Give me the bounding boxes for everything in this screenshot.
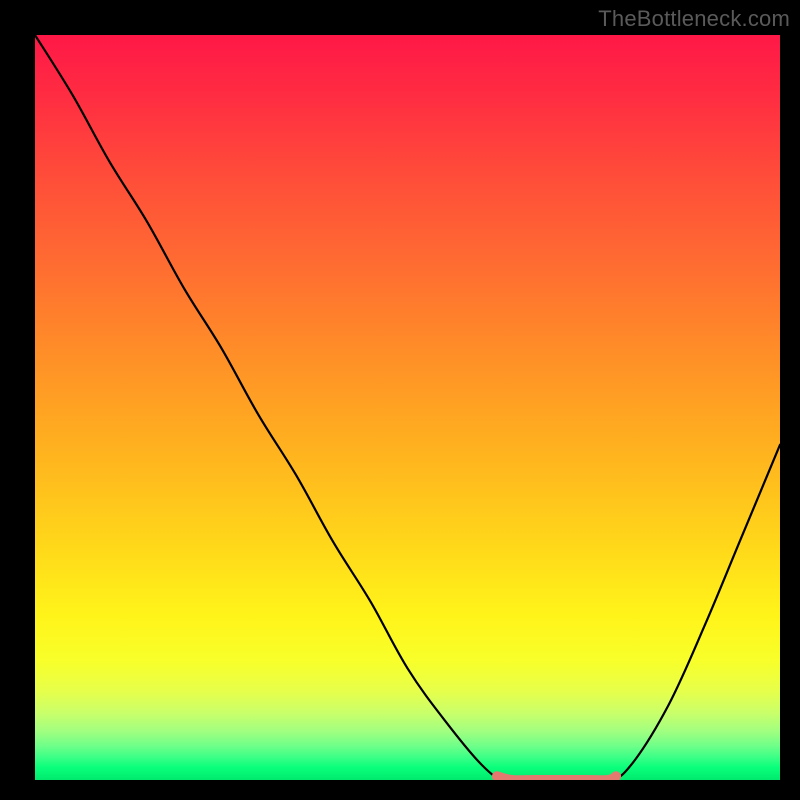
valley-highlight [497, 776, 616, 780]
curve-layer [35, 35, 780, 780]
watermark-label: TheBottleneck.com [598, 6, 790, 32]
chart-frame: TheBottleneck.com [0, 0, 800, 800]
bottleneck-curve [35, 35, 780, 780]
plot-area [35, 35, 780, 780]
